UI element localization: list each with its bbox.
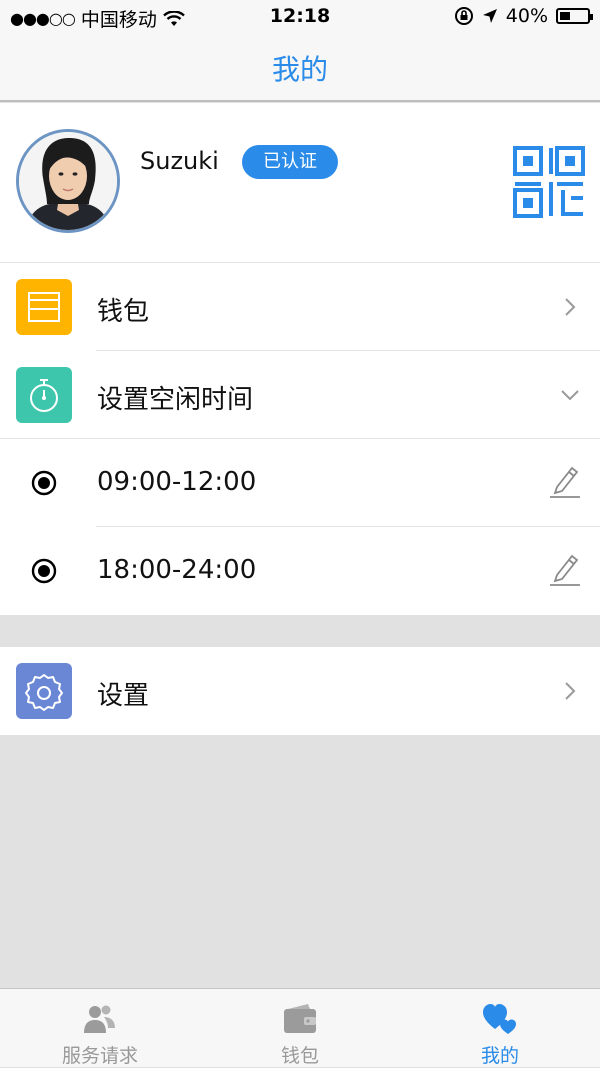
users-icon	[84, 1005, 115, 1033]
profile-card[interactable]: Suzuki 已认证	[0, 103, 600, 263]
tab-service-requests[interactable]: 服务请求	[0, 989, 200, 1068]
stopwatch-icon	[30, 379, 58, 412]
wallet-label: 钱包	[97, 297, 150, 327]
qr-code-icon[interactable]	[512, 145, 586, 219]
gear-icon	[25, 674, 63, 711]
time-slot-row[interactable]: 18:00-24:00	[0, 527, 600, 615]
chevron-right-icon	[565, 298, 576, 316]
menu-item-settings[interactable]: 设置	[0, 647, 600, 735]
radio-selected-icon[interactable]	[30, 469, 58, 497]
wallet-icon	[284, 1004, 316, 1033]
tab-wallet[interactable]: 钱包	[200, 989, 400, 1068]
chevron-down-icon	[561, 390, 579, 401]
hearts-icon	[483, 1004, 516, 1034]
menu-item-idle-time[interactable]: 设置空闲时间	[0, 351, 600, 439]
username: Suzuki	[140, 147, 219, 175]
settings-menu-icon-box	[16, 663, 72, 719]
avatar[interactable]	[16, 129, 120, 233]
status-bar: ●●●○○ 中国移动 12:18 40%	[0, 0, 600, 34]
battery-percent: 40%	[505, 5, 548, 27]
settings-label: 设置	[97, 681, 150, 711]
time-slot-label: 09:00-12:00	[97, 467, 257, 497]
menu-item-wallet[interactable]: 钱包	[0, 263, 600, 351]
time-slot-row[interactable]: 09:00-12:00	[0, 439, 600, 527]
time-slot-label: 18:00-24:00	[97, 555, 257, 585]
battery-icon	[556, 8, 593, 24]
verified-badge: 已认证	[242, 145, 338, 179]
navigation-bar: 我的	[0, 34, 600, 102]
tab-label: 服务请求	[61, 1045, 138, 1067]
page-title: 我的	[271, 53, 328, 86]
rotation-lock-icon	[454, 7, 473, 25]
pencil-edit-icon[interactable]	[548, 463, 582, 499]
avatar-photo	[19, 132, 117, 230]
card-icon	[28, 292, 60, 322]
tab-label: 我的	[480, 1045, 519, 1067]
tab-mine[interactable]: 我的	[400, 989, 600, 1068]
idle-time-label: 设置空闲时间	[97, 385, 254, 415]
idle-time-menu-icon-box	[16, 367, 72, 423]
wallet-menu-icon-box	[16, 279, 72, 335]
location-arrow-icon	[482, 9, 497, 23]
tab-label: 钱包	[280, 1045, 319, 1067]
pencil-edit-icon[interactable]	[548, 551, 582, 587]
radio-selected-icon[interactable]	[30, 557, 58, 585]
chevron-right-icon	[565, 682, 576, 700]
tab-bar: 服务请求 钱包 我的	[0, 988, 600, 1067]
battery-level	[560, 12, 570, 20]
status-right: 40%	[454, 5, 593, 27]
